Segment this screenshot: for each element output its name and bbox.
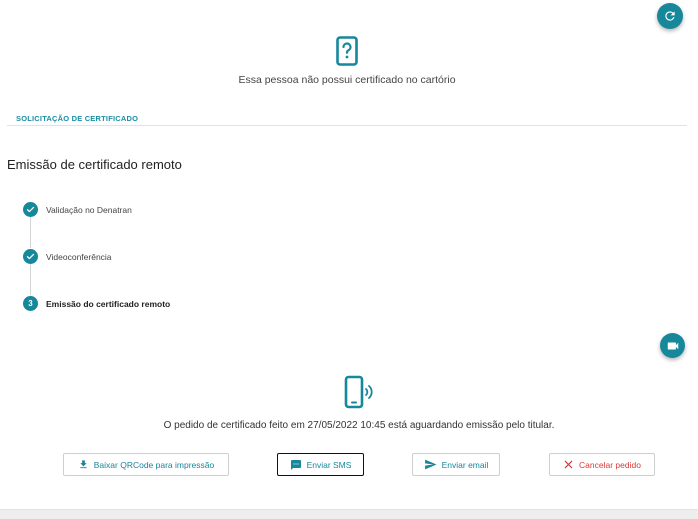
button-label: Enviar SMS: [306, 459, 352, 470]
refresh-icon: [665, 11, 675, 21]
send-email-button[interactable]: Enviar email: [412, 453, 500, 476]
button-label: Baixar QRCode para impressão: [93, 459, 215, 470]
message-icon: [290, 459, 301, 470]
step-connector: [30, 217, 31, 248]
button-label: Enviar email: [441, 459, 489, 470]
bottom-bar: [0, 509, 698, 519]
step-label: Emissão do certificado remoto: [46, 298, 171, 309]
section-header: SOLICITAÇÃO DE CERTIFICADO: [16, 114, 139, 123]
step-item-denatran: Validação no Denatran: [23, 202, 132, 217]
phone-question-icon: [336, 36, 358, 66]
step-item-videoconference: Videoconferência: [23, 249, 112, 264]
step-item-remote-emission: 3 Emissão do certificado remoto: [23, 296, 170, 311]
download-icon: [80, 460, 87, 469]
check-icon: [23, 249, 38, 264]
send-icon: [424, 459, 437, 470]
step-label: Validação no Denatran: [46, 204, 132, 215]
video-camera-icon: [667, 342, 678, 349]
certificate-page: Essa pessoa não possui certificado no ca…: [0, 0, 698, 519]
step-label: Videoconferência: [46, 251, 112, 262]
button-label: Cancelar pedido: [579, 459, 641, 470]
step-number-badge: 3: [23, 296, 38, 311]
phone-signal-icon: [344, 375, 373, 409]
page-title: Emissão de certificado remoto: [7, 157, 182, 172]
video-call-button[interactable]: [660, 333, 685, 358]
cancel-request-button[interactable]: Cancelar pedido: [549, 453, 655, 476]
send-sms-button[interactable]: Enviar SMS: [277, 453, 364, 476]
check-icon: [23, 202, 38, 217]
refresh-button[interactable]: [657, 3, 683, 29]
step-connector: [30, 264, 31, 295]
close-icon: [564, 460, 573, 469]
download-qrcode-button[interactable]: Baixar QRCode para impressão: [63, 453, 229, 476]
section-divider: [7, 125, 687, 126]
pending-status-message: O pedido de certificado feito em 27/05/2…: [163, 420, 555, 431]
no-certificate-message: Essa pessoa não possui certificado no ca…: [238, 74, 456, 86]
